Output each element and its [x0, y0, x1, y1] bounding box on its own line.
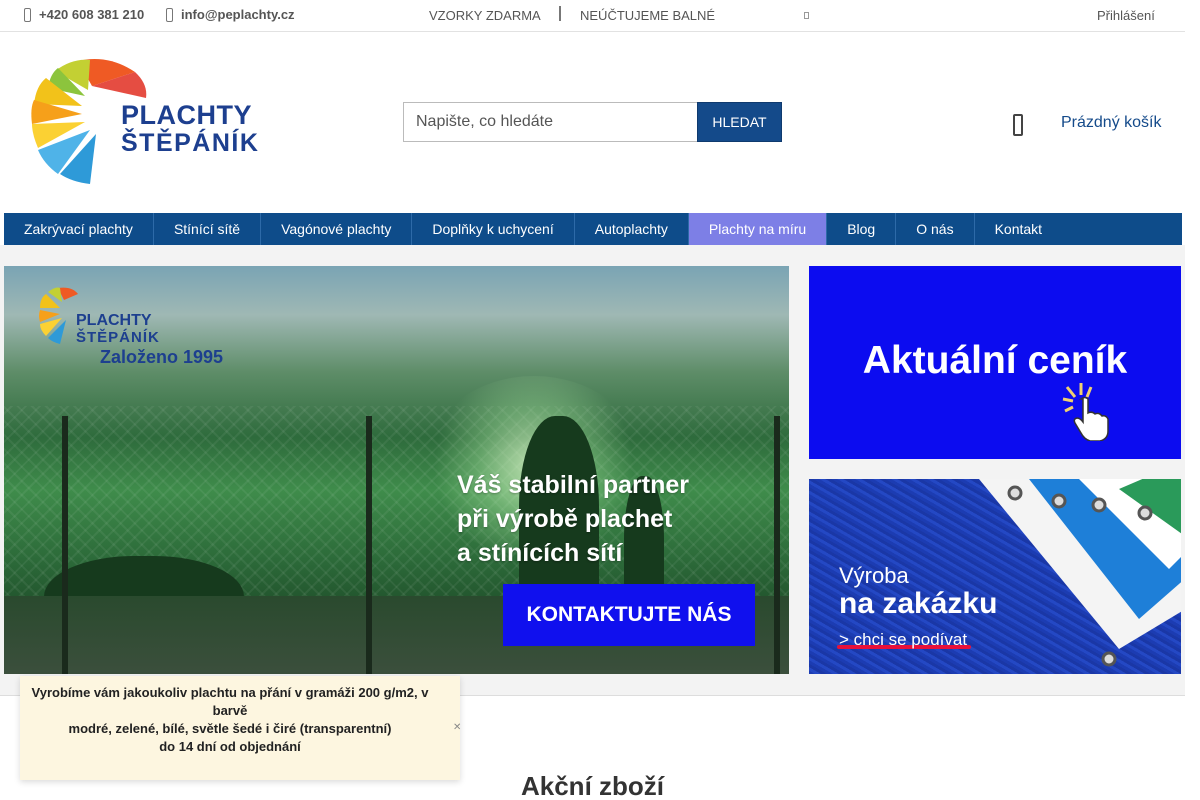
slogan-line1: Váš stabilní partner: [457, 471, 690, 499]
email-icon: [166, 7, 173, 22]
custom-link-text: > chci se podívat: [839, 630, 968, 649]
hero-logo-line2: ŠTĚPÁNÍK: [76, 329, 160, 346]
free-samples-info: VZORKY ZDARMA: [429, 8, 541, 23]
notice-line1: Vyrobíme vám jakoukoliv plachtu na přání…: [31, 685, 429, 718]
cart-label: Prázdný košík: [1061, 114, 1162, 131]
cart-icon: [1013, 114, 1023, 136]
nav-item-autoplachty[interactable]: Autoplachty: [575, 213, 689, 245]
site-logo[interactable]: PLACHTY ŠTĚPÁNÍK: [30, 56, 258, 186]
logo-text: PLACHTY ŠTĚPÁNÍK: [121, 102, 259, 156]
custom-production-banner[interactable]: Výroba na zakázku > chci se podívat: [809, 479, 1181, 674]
hero-logo-line1: PLACHTY: [76, 312, 152, 329]
nav-item-zakryvaci-plachty[interactable]: Zakrývací plachty: [4, 213, 154, 245]
nav-item-plachty-na-miru[interactable]: Plachty na míru: [688, 213, 828, 245]
notice-line3: do 14 dní od objednání: [159, 739, 301, 754]
pointer-hand-icon: [1062, 383, 1109, 441]
cart-link[interactable]: Prázdný košík: [1013, 110, 1161, 136]
logo-line1: PLACHTY: [121, 100, 252, 130]
phone-number: +420 608 381 210: [39, 7, 145, 22]
contact-us-button[interactable]: KONTAKTUJTE NÁS: [503, 584, 755, 646]
nav-item-blog[interactable]: Blog: [827, 213, 897, 245]
main-nav: Zakrývací plachty Stínící sítě Vagónové …: [4, 213, 1182, 245]
logo-line2: ŠTĚPÁNÍK: [121, 129, 260, 157]
search-input[interactable]: [403, 102, 697, 142]
email-address: info@peplachty.cz: [181, 7, 295, 22]
search-form: HLEDAT: [403, 102, 782, 142]
fence-post: [774, 416, 780, 674]
price-list-label: Aktuální ceník: [862, 339, 1128, 382]
fence-post: [62, 416, 68, 674]
hero-logo: PLACHTY ŠTĚPÁNÍK Založeno 1995: [38, 286, 228, 367]
founded-label: Založeno 1995: [100, 347, 224, 367]
nav-item-vagonove-plachty[interactable]: Vagónové plachty: [261, 213, 413, 245]
nav-item-kontakt[interactable]: Kontakt: [975, 213, 1062, 245]
tarps-illustration: [979, 479, 1181, 667]
info-notice: Vyrobíme vám jakoukoliv plachtu na přání…: [20, 676, 461, 780]
phone-icon: [24, 7, 31, 22]
divider: [559, 6, 561, 21]
no-packaging-fee-info: NEÚČTUJEME BALNÉ: [580, 8, 716, 23]
nav-item-doplnky[interactable]: Doplňky k uchycení: [412, 213, 575, 245]
close-icon[interactable]: ✕: [453, 722, 461, 733]
nav-item-stinici-site[interactable]: Stínící sítě: [154, 213, 262, 245]
hero-banner[interactable]: PLACHTY ŠTĚPÁNÍK Založeno 1995 Váš stabi…: [4, 266, 789, 674]
email-link[interactable]: info@peplachty.cz: [166, 7, 295, 22]
login-link[interactable]: Přihlášení: [1097, 8, 1155, 23]
custom-line1: Výroba: [839, 563, 909, 588]
hero-logo-pinwheel-icon: [39, 287, 78, 344]
page: +420 608 381 210 info@peplachty.cz VZORK…: [0, 0, 1200, 800]
notice-line2: modré, zelené, bílé, světle šedé i čiré …: [68, 721, 392, 736]
info-icon: [804, 12, 809, 19]
custom-line2: na zakázku: [839, 587, 998, 620]
section-title: Akční zboží: [520, 771, 664, 800]
hero-slogan: Váš stabilní partner při výrobě plachet …: [457, 468, 689, 570]
top-bar: +420 608 381 210 info@peplachty.cz VZORK…: [0, 0, 1185, 32]
search-button[interactable]: HLEDAT: [697, 102, 782, 142]
slogan-line3: a stínících sítí: [457, 539, 623, 567]
phone-link[interactable]: +420 608 381 210: [24, 7, 144, 22]
price-list-banner[interactable]: Aktuální ceník: [809, 266, 1181, 459]
nav-item-o-nas[interactable]: O nás: [896, 213, 975, 245]
slogan-line2: při výrobě plachet: [457, 505, 673, 533]
fence-post: [366, 416, 372, 674]
